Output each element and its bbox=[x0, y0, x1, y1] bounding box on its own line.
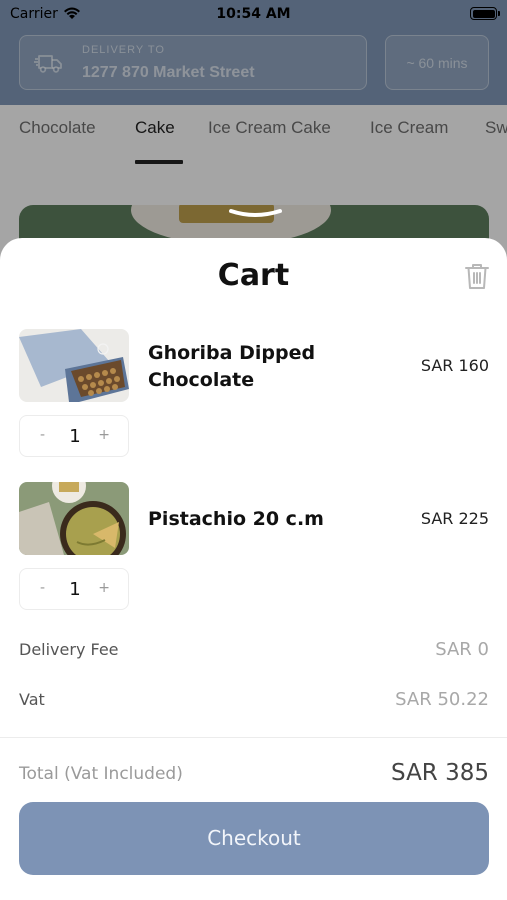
checkout-button[interactable]: Checkout bbox=[19, 802, 489, 875]
increase-quantity-button[interactable]: + bbox=[98, 580, 110, 596]
item-name-line-2: Chocolate bbox=[148, 369, 255, 391]
total-value: SAR 385 bbox=[391, 760, 489, 786]
sheet-grabber-chevron-icon[interactable] bbox=[228, 207, 283, 221]
quantity-value: 1 bbox=[69, 579, 81, 600]
increase-quantity-button[interactable]: + bbox=[98, 427, 110, 443]
quantity-stepper: - 1 + bbox=[19, 415, 129, 457]
trash-icon[interactable] bbox=[464, 262, 490, 290]
item-name-line-1: Ghoriba Dipped bbox=[148, 342, 316, 364]
item-thumbnail bbox=[19, 329, 129, 402]
total-vat-note: (Vat Included) bbox=[64, 764, 183, 784]
cart-sheet: Cart Ghoriba Dipped Chocolate SAR 160 - … bbox=[0, 238, 507, 900]
item-name: Pistachio 20 c.m bbox=[148, 508, 324, 530]
delivery-fee-value: SAR 0 bbox=[435, 639, 489, 660]
vat-value: SAR 50.22 bbox=[395, 689, 489, 710]
total-label: Total (Vat Included) bbox=[19, 764, 183, 784]
item-price: SAR 225 bbox=[420, 509, 489, 528]
item-price: SAR 160 bbox=[420, 356, 489, 375]
cart-title: Cart bbox=[217, 258, 290, 293]
divider bbox=[0, 737, 507, 738]
total-label-text: Total bbox=[19, 764, 59, 784]
delivery-fee-label: Delivery Fee bbox=[19, 640, 119, 659]
vat-label: Vat bbox=[19, 690, 45, 709]
quantity-value: 1 bbox=[69, 426, 81, 447]
item-thumbnail bbox=[19, 482, 129, 555]
item-name: Ghoriba Dipped Chocolate bbox=[148, 340, 338, 394]
quantity-stepper: - 1 + bbox=[19, 568, 129, 610]
